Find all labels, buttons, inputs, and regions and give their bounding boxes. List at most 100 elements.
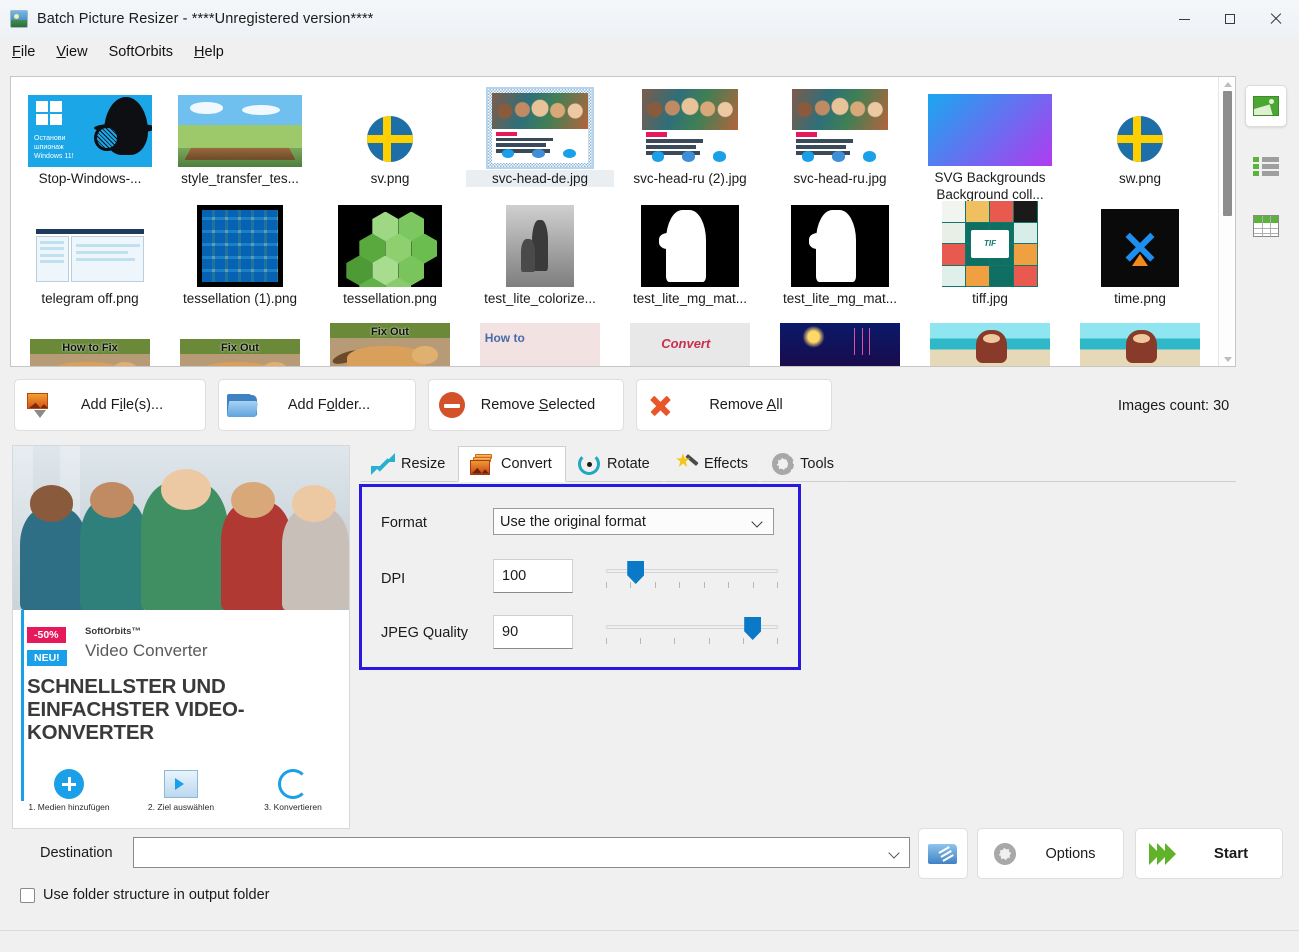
thumbnail-item[interactable] <box>1065 323 1215 366</box>
thumbnail-item[interactable]: Fix Outof Focus PicturesTitle-fix-out.jp… <box>165 323 315 366</box>
thumbnail-image: Останови шпионаж Windows 11! <box>28 95 152 167</box>
thumbnail-image <box>197 205 283 287</box>
scroll-up-button[interactable] <box>1219 77 1235 91</box>
thumbnail-item[interactable]: svc-head-ru (2).jpg <box>615 83 765 203</box>
options-button[interactable]: Options <box>977 828 1124 879</box>
thumbnail-label: telegram off.png <box>41 291 139 306</box>
jpeg-quality-slider[interactable] <box>606 617 778 647</box>
jpeg-quality-input[interactable]: 90 <box>493 615 573 649</box>
menu-file[interactable]: File <box>3 41 44 63</box>
dpi-slider[interactable] <box>606 561 778 591</box>
thumbnail-scroll-area[interactable]: Останови шпионаж Windows 11! Stop-Windows-.… <box>11 77 1219 366</box>
preview-step-3-label: 3. Konvertieren <box>264 802 322 812</box>
thumbnail-item[interactable]: Останови шпионаж Windows 11! Stop-Windows-.… <box>15 83 165 203</box>
thumbnail-item[interactable]: sv.png <box>315 83 465 203</box>
images-count-label: Images count: 30 <box>1118 398 1230 414</box>
tab-resize[interactable]: Resize <box>360 446 458 482</box>
thumbnail-item[interactable]: Fix Outof Focus Pictures <box>315 323 465 366</box>
thumbnail-panel[interactable]: Останови шпионаж Windows 11! Stop-Windows-.… <box>10 76 1236 367</box>
menu-softorbits[interactable]: SoftOrbits <box>100 41 182 63</box>
thumbnail-item[interactable] <box>765 323 915 366</box>
thumbnail-image: Fix Outof Focus Pictures <box>330 323 450 366</box>
tab-tools[interactable]: Tools <box>760 446 846 482</box>
tab-convert-label: Convert <box>501 456 552 472</box>
thumbnail-image-wrap <box>765 203 915 287</box>
thumbnail-label: svc-head-ru.jpg <box>793 171 887 186</box>
close-button[interactable] <box>1253 0 1299 38</box>
thumbnail-image-wrap <box>315 83 465 167</box>
view-mode-thumbnails-button[interactable] <box>1245 85 1287 127</box>
jpeg-quality-slider-knob[interactable] <box>744 617 762 640</box>
thumbnail-image-wrap <box>165 203 315 287</box>
view-mode-list-button[interactable] <box>1245 145 1287 187</box>
minimize-icon <box>1178 18 1190 20</box>
close-icon <box>1270 13 1282 25</box>
thumbnail-image <box>791 205 889 287</box>
thumbnail-item[interactable]: svc-head-de.jpg <box>465 83 615 203</box>
view-mode-details-button[interactable] <box>1245 205 1287 247</box>
tab-rotate-label: Rotate <box>607 456 650 472</box>
use-folder-structure-label: Use folder structure in output folder <box>43 887 270 903</box>
thumbnail-image <box>362 111 418 167</box>
use-folder-structure-row[interactable]: Use folder structure in output folder <box>20 887 269 903</box>
thumbnail-image-wrap <box>765 323 915 366</box>
thumbnail-item[interactable]: How to FixOut-of FocusTitle2.jpg <box>15 323 165 366</box>
thumbnail-image <box>1112 111 1168 167</box>
list-icon <box>1253 156 1279 176</box>
x-mark-icon <box>637 392 683 418</box>
thumbnail-item[interactable]: style_transfer_tes... <box>165 83 315 203</box>
remove-selected-button[interactable]: Remove Selected <box>428 379 624 431</box>
dpi-slider-knob[interactable] <box>627 561 645 584</box>
remove-selected-label: Remove Selected <box>480 397 596 413</box>
scrollbar-thumb[interactable] <box>1223 91 1232 216</box>
start-button[interactable]: Start <box>1135 828 1283 879</box>
thumbnail-image-wrap: Convert <box>615 323 765 366</box>
thumbnail-item[interactable]: svc-head-ru.jpg <box>765 83 915 203</box>
maximize-button[interactable] <box>1207 0 1253 38</box>
menu-help[interactable]: Help <box>185 41 233 63</box>
folder-browse-icon <box>928 842 958 865</box>
convert-images-icon <box>470 453 494 475</box>
thumbnail-item[interactable]: Convert <box>615 323 765 366</box>
thumbnail-item[interactable]: How to <box>465 323 615 366</box>
destination-label: Destination <box>40 845 113 861</box>
tab-effects[interactable]: Effects <box>664 446 760 482</box>
thumbnail-image: Convert <box>630 323 750 366</box>
magic-wand-icon <box>676 453 699 475</box>
add-folder-label: Add Folder... <box>287 397 371 413</box>
chevron-down-icon <box>752 516 763 527</box>
browse-folder-button[interactable] <box>918 828 968 879</box>
minimize-button[interactable] <box>1161 0 1207 38</box>
format-select[interactable]: Use the original format <box>493 508 774 535</box>
preview-discount-badge: -50% <box>27 627 66 644</box>
thumbnail-item[interactable]: TIF tiff.jpg <box>915 201 1065 323</box>
thumbnail-item[interactable]: ✕ time.png <box>1065 203 1215 323</box>
thumbnail-item[interactable] <box>915 323 1065 366</box>
use-folder-structure-checkbox[interactable] <box>20 887 35 903</box>
thumbnail-image-wrap: Останови шпионаж Windows 11! <box>15 83 165 167</box>
tab-convert[interactable]: Convert <box>458 446 566 482</box>
thumbnail-item[interactable]: test_lite_colorize... <box>465 203 615 323</box>
thumbnail-item[interactable]: tessellation.png <box>315 203 465 323</box>
thumbnail-item[interactable]: test_lite_mg_mat... <box>615 203 765 323</box>
thumbnail-item[interactable]: tessellation (1).png <box>165 203 315 323</box>
destination-combobox[interactable] <box>133 837 910 868</box>
scroll-down-button[interactable] <box>1219 352 1235 366</box>
maximize-icon <box>1225 14 1235 24</box>
thumbnail-item[interactable]: test_lite_mg_mat... <box>765 203 915 323</box>
thumbnail-scrollbar[interactable] <box>1218 77 1235 366</box>
thumbnail-item[interactable]: SVG Backgrounds Background coll... <box>915 83 1065 203</box>
format-select-value: Use the original format <box>500 513 646 530</box>
tab-rotate[interactable]: Rotate <box>566 446 664 482</box>
menu-view[interactable]: View <box>47 41 96 63</box>
format-label: Format <box>381 515 427 531</box>
image-preview-pane[interactable]: -50% NEU! SoftOrbits™ Video Converter SC… <box>12 445 350 829</box>
dpi-input[interactable]: 100 <box>493 559 573 593</box>
thumbnail-item[interactable]: sw.png <box>1065 83 1215 203</box>
thumbnail-item[interactable]: telegram off.png <box>15 203 165 323</box>
add-folder-button[interactable]: Add Folder... <box>218 379 416 431</box>
thumbnail-label: Stop-Windows-... <box>38 171 142 186</box>
add-files-button[interactable]: Add File(s)... <box>14 379 206 431</box>
remove-all-button[interactable]: Remove All <box>636 379 832 431</box>
thumbnail-image-wrap <box>915 323 1065 366</box>
